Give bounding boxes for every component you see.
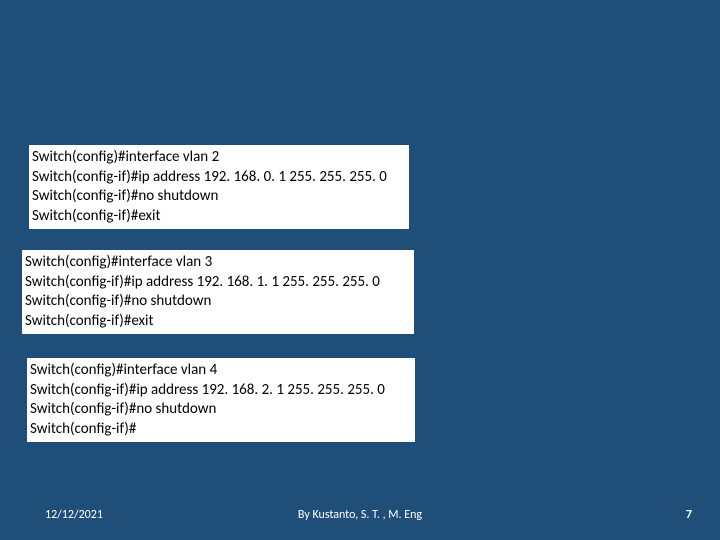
footer-date: 12/12/2021 bbox=[45, 508, 103, 522]
code-line: Switch(config)#interface vlan 4 bbox=[27, 361, 415, 381]
code-block-vlan4: Switch(config)#interface vlan 4 Switch(c… bbox=[27, 358, 415, 442]
code-line: Switch(config-if)#exit bbox=[22, 312, 414, 332]
code-line: Switch(config-if)#no shutdown bbox=[22, 292, 414, 312]
code-block-vlan2: Switch(config)#interface vlan 2 Switch(c… bbox=[29, 145, 409, 229]
code-line: Switch(config)#interface vlan 2 bbox=[29, 148, 409, 168]
code-line: Switch(config-if)#no shutdown bbox=[29, 187, 409, 207]
code-line: Switch(config-if)# bbox=[27, 420, 415, 440]
slide-footer: 12/12/2021 By Kustanto, S. T. , M. Eng 7 bbox=[0, 508, 720, 522]
footer-author: By Kustanto, S. T. , M. Eng bbox=[298, 508, 422, 522]
code-line: Switch(config-if)#exit bbox=[29, 207, 409, 227]
code-line: Switch(config-if)#ip address 192. 168. 1… bbox=[22, 273, 414, 293]
footer-page-number: 7 bbox=[686, 508, 692, 522]
code-line: Switch(config)#interface vlan 3 bbox=[22, 253, 414, 273]
code-line: Switch(config-if)#ip address 192. 168. 2… bbox=[27, 381, 415, 401]
code-line: Switch(config-if)#ip address 192. 168. 0… bbox=[29, 168, 409, 188]
code-block-vlan3: Switch(config)#interface vlan 3 Switch(c… bbox=[22, 250, 414, 334]
code-line: Switch(config-if)#no shutdown bbox=[27, 400, 415, 420]
